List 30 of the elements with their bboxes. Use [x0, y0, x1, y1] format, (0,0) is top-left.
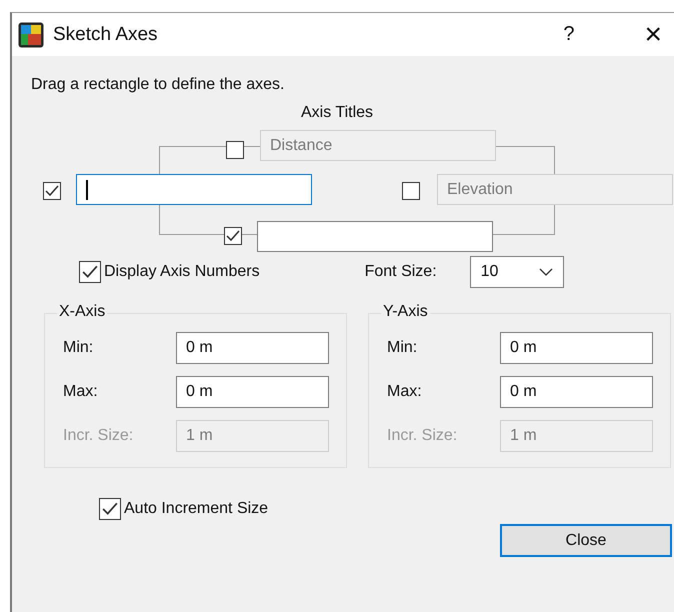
field-label: Incr. Size:: [387, 427, 458, 445]
chevron-down-icon: [538, 268, 553, 276]
check-icon: [226, 230, 240, 242]
window-title: Sketch Axes: [53, 24, 158, 46]
field-label: Incr. Size:: [63, 427, 134, 445]
axis-title-field[interactable]: [257, 221, 493, 252]
checkbox[interactable]: [224, 227, 242, 245]
check-icon: [102, 502, 118, 516]
field-label: Max:: [63, 383, 99, 401]
value-field[interactable]: 0 m: [176, 376, 329, 408]
font-size-dropdown[interactable]: 10: [470, 256, 564, 288]
close-dialog-button[interactable]: Close: [500, 524, 672, 557]
display-axis-numbers-checkbox[interactable]: Display Axis Numbers: [79, 261, 260, 283]
field-label: Min:: [387, 339, 418, 357]
check-icon: [45, 185, 59, 197]
instruction-text: Drag a rectangle to define the axes.: [31, 76, 286, 94]
checkbox[interactable]: [43, 182, 61, 200]
axis-title-field[interactable]: [76, 174, 312, 205]
check-icon: [82, 265, 98, 279]
app-icon: [18, 22, 44, 48]
value-field[interactable]: 0 m: [500, 332, 653, 364]
close-button[interactable]: ×: [640, 18, 666, 52]
axis-titles-heading: Axis Titles: [301, 104, 374, 122]
field-label: Max:: [387, 383, 423, 401]
field-label: Min:: [63, 339, 94, 357]
auto-increment-checkbox[interactable]: Auto Increment Size: [99, 498, 674, 520]
help-button[interactable]: ?: [559, 23, 578, 46]
value-field[interactable]: 0 m: [176, 332, 329, 364]
font-size-label: Font Size:: [364, 263, 437, 281]
value-field[interactable]: 0 m: [500, 376, 653, 408]
